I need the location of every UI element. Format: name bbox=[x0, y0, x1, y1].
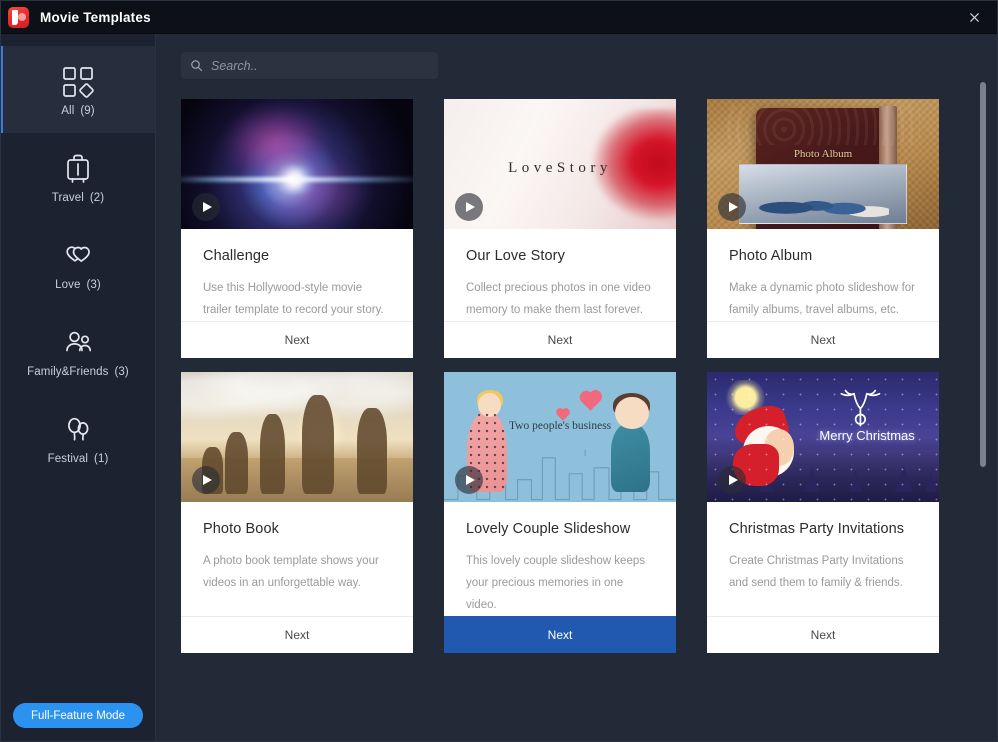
sidebar-item-label: Festival (1) bbox=[48, 453, 109, 465]
sidebar-label-text: Travel bbox=[51, 192, 84, 204]
template-card-christmas-party-invitations[interactable]: Merry Christmas Christmas Party Invitati… bbox=[707, 372, 939, 653]
template-thumbnail[interactable]: Two people's business bbox=[444, 372, 676, 502]
suitcase-icon bbox=[60, 149, 96, 189]
sidebar-item-love[interactable]: Love (3) bbox=[1, 220, 155, 307]
template-description: Collect precious photos in one video mem… bbox=[466, 282, 651, 316]
template-thumbnail[interactable] bbox=[181, 372, 413, 502]
template-thumbnail[interactable]: Photo Album bbox=[707, 99, 939, 229]
template-title: Lovely Couple Slideshow bbox=[466, 521, 631, 537]
sidebar-label-count: (3) bbox=[86, 279, 101, 291]
play-icon[interactable] bbox=[192, 193, 220, 221]
app-logo-icon bbox=[8, 6, 29, 28]
play-icon[interactable] bbox=[718, 193, 746, 221]
search-icon bbox=[191, 60, 203, 72]
template-title: Our Love Story bbox=[466, 248, 565, 264]
title-bar: Movie Templates bbox=[1, 1, 997, 34]
grid-icon bbox=[60, 62, 96, 102]
sidebar-label-text: All bbox=[61, 105, 75, 117]
sidebar-item-label: Travel (2) bbox=[52, 192, 104, 204]
templates-content: Challenge Use this Hollywood-style movie… bbox=[156, 34, 997, 741]
template-card-body: Our Love Story Collect precious photos i… bbox=[444, 229, 676, 321]
template-card-body: Photo Book A photo book template shows y… bbox=[181, 502, 413, 616]
people-icon bbox=[60, 323, 96, 363]
template-title: Christmas Party Invitations bbox=[729, 521, 905, 537]
template-title: Photo Book bbox=[203, 521, 279, 537]
template-title: Challenge bbox=[203, 248, 270, 264]
search-row bbox=[156, 34, 997, 79]
category-sidebar: All (9) Travel (2) Love (3) Family&Frien… bbox=[1, 34, 156, 741]
template-title: Photo Album bbox=[729, 248, 813, 264]
sidebar-label-text: Love bbox=[55, 279, 81, 291]
sidebar-item-label: All (9) bbox=[61, 105, 94, 117]
full-feature-mode-button[interactable]: Full-Feature Mode bbox=[13, 703, 143, 728]
template-grid: Challenge Use this Hollywood-style movie… bbox=[156, 79, 997, 653]
template-card-photo-album[interactable]: Photo Album Photo Album Make a dynamic p… bbox=[707, 99, 939, 358]
template-description: Use this Hollywood-style movie trailer t… bbox=[203, 282, 384, 316]
scrollbar-thumb[interactable] bbox=[980, 82, 986, 467]
template-card-our-love-story[interactable]: LoveStory Our Love Story Collect preciou… bbox=[444, 99, 676, 358]
thumbnail-caption: LoveStory bbox=[508, 160, 612, 177]
sidebar-item-label: Family&Friends (3) bbox=[27, 366, 129, 378]
next-button[interactable]: Next bbox=[444, 616, 676, 653]
play-icon[interactable] bbox=[455, 466, 483, 494]
template-description: Make a dynamic photo slideshow for famil… bbox=[729, 282, 916, 316]
content-scrollbar[interactable] bbox=[979, 82, 987, 731]
template-card-body: Photo Album Make a dynamic photo slidesh… bbox=[707, 229, 939, 321]
sidebar-item-family-friends[interactable]: Family&Friends (3) bbox=[1, 307, 155, 394]
search-input[interactable] bbox=[211, 58, 429, 73]
hearts-icon bbox=[60, 236, 96, 276]
play-icon[interactable] bbox=[718, 466, 746, 494]
template-thumbnail[interactable] bbox=[181, 99, 413, 229]
template-card-body: Lovely Couple Slideshow This lovely coup… bbox=[444, 502, 676, 616]
sidebar-item-label: Love (3) bbox=[55, 279, 101, 291]
movie-templates-window: Movie Templates All (9) Travel (2) Love … bbox=[0, 0, 998, 742]
template-card-lovely-couple-slideshow[interactable]: Two people's business Lovely Couple Slid… bbox=[444, 372, 676, 653]
sidebar-label-count: (2) bbox=[89, 192, 105, 204]
next-button[interactable]: Next bbox=[444, 321, 676, 358]
search-box[interactable] bbox=[181, 52, 438, 79]
template-card-body: Christmas Party Invitations Create Chris… bbox=[707, 502, 939, 616]
next-button[interactable]: Next bbox=[181, 321, 413, 358]
window-body: All (9) Travel (2) Love (3) Family&Frien… bbox=[1, 34, 997, 741]
balloons-icon bbox=[60, 410, 96, 450]
sidebar-label-count: (9) bbox=[80, 105, 95, 117]
next-button[interactable]: Next bbox=[707, 321, 939, 358]
sidebar-item-all[interactable]: All (9) bbox=[1, 46, 155, 133]
next-button[interactable]: Next bbox=[181, 616, 413, 653]
close-icon[interactable] bbox=[952, 1, 997, 34]
sidebar-item-travel[interactable]: Travel (2) bbox=[1, 133, 155, 220]
template-description: This lovely couple slideshow keeps your … bbox=[466, 555, 645, 611]
thumbnail-caption: Two people's business bbox=[508, 420, 612, 433]
sidebar-label-text: Family&Friends bbox=[27, 366, 109, 378]
full-feature-mode-container: Full-Feature Mode bbox=[1, 703, 155, 728]
sidebar-label-text: Festival bbox=[47, 453, 89, 465]
template-card-photo-book[interactable]: Photo Book A photo book template shows y… bbox=[181, 372, 413, 653]
sidebar-item-festival[interactable]: Festival (1) bbox=[1, 394, 155, 481]
thumbnail-caption: Photo Album bbox=[793, 148, 853, 161]
template-description: A photo book template shows your videos … bbox=[203, 555, 379, 589]
template-card-challenge[interactable]: Challenge Use this Hollywood-style movie… bbox=[181, 99, 413, 358]
play-icon[interactable] bbox=[455, 193, 483, 221]
template-card-body: Challenge Use this Hollywood-style movie… bbox=[181, 229, 413, 321]
template-description: Create Christmas Party Invitations and s… bbox=[729, 555, 904, 589]
window-title: Movie Templates bbox=[40, 9, 151, 25]
next-button[interactable]: Next bbox=[707, 616, 939, 653]
sidebar-label-count: (3) bbox=[114, 366, 129, 378]
template-thumbnail[interactable]: LoveStory bbox=[444, 99, 676, 229]
sidebar-label-count: (1) bbox=[94, 453, 109, 465]
play-icon[interactable] bbox=[192, 466, 220, 494]
template-thumbnail[interactable]: Merry Christmas bbox=[707, 372, 939, 502]
